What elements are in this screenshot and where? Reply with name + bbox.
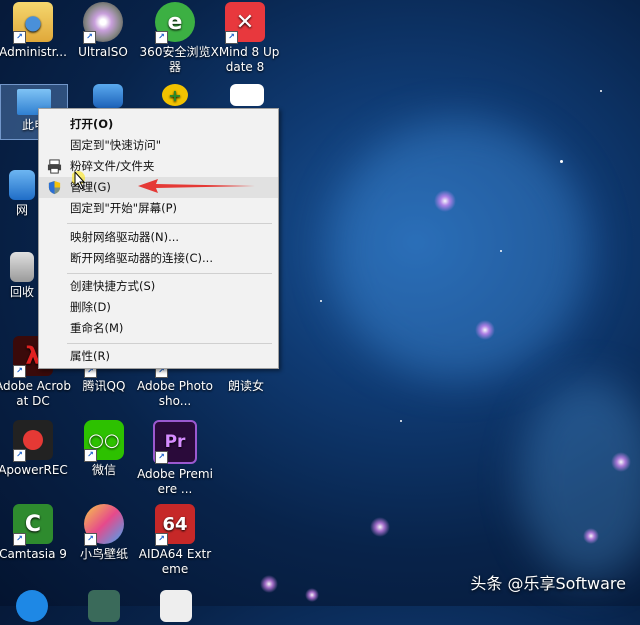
star xyxy=(611,452,631,472)
star xyxy=(434,190,456,212)
star xyxy=(560,160,563,163)
menu-item-delete[interactable]: 删除(D) xyxy=(39,297,278,318)
star xyxy=(305,588,319,602)
shield-app-icon xyxy=(93,84,123,108)
aida64-icon: 64 ↗ xyxy=(155,504,195,546)
desktop-icon-partial[interactable] xyxy=(84,590,124,625)
browser-360-icon: e ↗ xyxy=(155,2,195,44)
nebula-glow xyxy=(330,120,590,380)
desktop-icon-bird-wallpaper[interactable]: ↗ 小鸟壁纸 xyxy=(66,504,142,562)
desktop-icon-wechat[interactable]: ○○ ↗ 微信 xyxy=(66,420,142,478)
printer-icon xyxy=(47,159,62,174)
record-icon: ↗ xyxy=(13,420,53,462)
desktop-icon-360-browser[interactable]: e ↗ 360安全浏览器 xyxy=(137,2,213,75)
network-icon xyxy=(9,170,35,200)
star xyxy=(400,420,402,422)
star xyxy=(600,90,602,92)
star xyxy=(260,575,278,593)
red-arrow-annotation xyxy=(138,179,256,193)
desktop-icon-partial[interactable] xyxy=(12,590,52,625)
bird-icon: ↗ xyxy=(84,504,124,546)
menu-separator xyxy=(67,273,272,274)
desktop-icon-aida64[interactable]: 64 ↗ AIDA64 Extreme xyxy=(137,504,213,577)
star xyxy=(320,300,322,302)
colorful-app-icon xyxy=(230,84,264,106)
desktop-icon-administrator[interactable]: ● ↗ Administr... xyxy=(0,2,71,60)
desktop-icon-xmind[interactable]: ✕ ↗ XMind 8 Update 8 xyxy=(207,2,283,75)
menu-separator xyxy=(67,223,272,224)
user-folder-icon: ● ↗ xyxy=(13,2,53,44)
disc-icon: ↗ xyxy=(83,2,123,44)
desktop-icon-recycle-bin[interactable]: 回收 xyxy=(2,252,42,300)
desktop-icon-partial[interactable] xyxy=(225,84,269,109)
recycle-bin-icon xyxy=(10,252,34,282)
xmind-icon: ✕ ↗ xyxy=(225,2,265,44)
app-icon xyxy=(88,590,120,622)
desktop-icon-partial[interactable] xyxy=(156,590,196,625)
context-menu: 打开(O) 固定到"快速访问" 粉碎文件/文件夹 管理(G) 固定到"开始"屏幕… xyxy=(38,108,279,369)
star xyxy=(370,517,390,537)
desktop-icon-premiere[interactable]: Pr ↗ Adobe Premiere ... xyxy=(137,420,213,497)
menu-item-pin-start[interactable]: 固定到"开始"屏幕(P) xyxy=(39,198,278,219)
star xyxy=(475,320,495,340)
desktop-icon-camtasia[interactable]: C ↗ Camtasia 9 xyxy=(0,504,71,562)
menu-item-properties[interactable]: 属性(R) xyxy=(39,346,278,367)
shield-icon xyxy=(48,180,61,195)
mouse-cursor-icon xyxy=(72,170,86,190)
star xyxy=(500,250,502,252)
menu-item-rename[interactable]: 重命名(M) xyxy=(39,318,278,339)
desktop-icon-apowerrec[interactable]: ↗ ApowerREC xyxy=(0,420,71,478)
desktop-icon-partial[interactable] xyxy=(88,84,128,111)
watermark: 头条 @乐享Software xyxy=(470,574,626,593)
edge-icon xyxy=(16,590,48,622)
menu-separator xyxy=(67,343,272,344)
menu-item-map-drive[interactable]: 映射网络驱动器(N)... xyxy=(39,227,278,248)
menu-item-open[interactable]: 打开(O) xyxy=(39,114,278,135)
camtasia-icon: C ↗ xyxy=(13,504,53,546)
menu-item-pin-quick-access[interactable]: 固定到"快速访问" xyxy=(39,135,278,156)
desktop-icon-network[interactable]: 网 xyxy=(2,170,42,218)
desktop-icon-partial[interactable]: + xyxy=(155,84,195,109)
download-icon xyxy=(160,590,192,622)
nebula-glow xyxy=(520,380,640,580)
menu-item-disconnect-drive[interactable]: 断开网络驱动器的连接(C)... xyxy=(39,248,278,269)
plus-app-icon: + xyxy=(162,84,188,106)
star xyxy=(583,528,599,544)
wechat-icon: ○○ ↗ xyxy=(84,420,124,462)
menu-item-create-shortcut[interactable]: 创建快捷方式(S) xyxy=(39,276,278,297)
desktop-icon-ultraiso[interactable]: ↗ UltraISO xyxy=(65,2,141,60)
premiere-icon: Pr ↗ xyxy=(153,420,197,464)
